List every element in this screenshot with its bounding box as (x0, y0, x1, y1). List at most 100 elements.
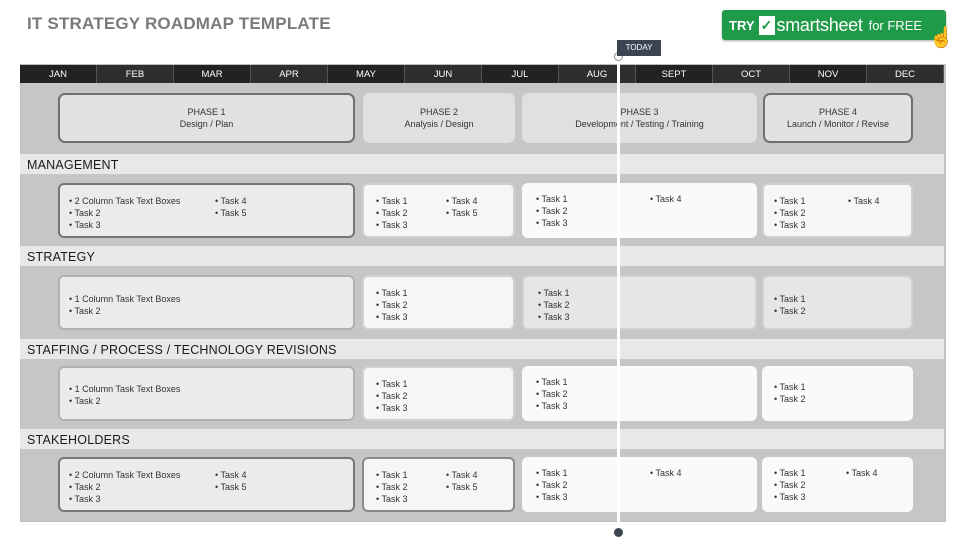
month-apr: APR (251, 65, 328, 83)
task-item: • Task 2 (376, 300, 408, 310)
task-item: • Task 4 (446, 470, 478, 480)
section-label: STAFFING / PROCESS / TECHNOLOGY REVISION… (27, 343, 337, 357)
task-item: • 2 Column Task Text Boxes (69, 196, 181, 206)
phase-1-desc: Design / Plan (179, 119, 234, 129)
month-feb: FEB (97, 65, 174, 83)
month-jun: JUN (405, 65, 482, 83)
task-card[interactable]: • Task 1 • Task 2 • Task 3 (362, 275, 515, 330)
task-item: • Task 4 (848, 196, 880, 206)
task-card[interactable]: • Task 1 • Task 2 • Task 3 • Task 4 (522, 457, 757, 512)
task-item: • Task 3 (536, 401, 568, 411)
phase-3-desc: Development / Testing / Training (575, 119, 704, 129)
task-item: • Task 2 (69, 306, 101, 316)
task-item: • Task 2 (774, 208, 806, 218)
task-column: • 2 Column Task Text Boxes • Task 2 • Ta… (69, 469, 180, 505)
task-column: • Task 1 • Task 2 • Task 3 (538, 287, 570, 323)
task-item: • Task 2 (536, 206, 568, 216)
task-card[interactable]: • Task 1 • Task 2 • Task 3 (522, 275, 757, 330)
task-item: • Task 4 (650, 194, 682, 204)
task-column: • Task 4 (848, 195, 880, 207)
task-item: • Task 3 (69, 220, 101, 230)
task-column: • Task 4 • Task 5 (446, 195, 478, 219)
task-item: • 1 Column Task Text Boxes (69, 294, 181, 304)
section-label: MANAGEMENT (27, 158, 119, 172)
phase-3[interactable]: PHASE 3 Development / Testing / Training (522, 93, 757, 143)
task-card[interactable]: • 2 Column Task Text Boxes • Task 2 • Ta… (58, 183, 355, 238)
task-item: • Task 3 (536, 492, 568, 502)
task-item: • Task 3 (774, 220, 806, 230)
phase-4-name: PHASE 4 (818, 107, 858, 117)
task-item: • Task 4 (446, 196, 478, 206)
today-line[interactable] (617, 56, 620, 532)
task-column: • Task 1 • Task 2 • Task 3 (376, 469, 408, 505)
task-item: • Task 1 (536, 194, 568, 204)
phase-2[interactable]: PHASE 2 Analysis / Design (363, 93, 515, 143)
task-item: • Task 2 (536, 389, 568, 399)
phase-4[interactable]: PHASE 4 Launch / Monitor / Revise (763, 93, 913, 143)
task-item: • Task 2 (774, 306, 806, 316)
try-smartsheet-button[interactable]: TRY ✓ smartsheet for FREE ☝ (722, 10, 954, 49)
task-card[interactable]: • Task 1 • Task 2 • Task 3 (362, 366, 515, 421)
today-label: TODAY (617, 40, 661, 56)
task-column: • Task 4 • Task 5 (215, 195, 247, 219)
task-item: • Task 1 (774, 382, 806, 392)
task-card[interactable]: • Task 1 • Task 2 (762, 366, 913, 421)
task-column: • Task 1 • Task 2 • Task 3 (376, 378, 408, 414)
section-label: STRATEGY (27, 250, 96, 264)
section-staffing: STAFFING / PROCESS / TECHNOLOGY REVISION… (20, 338, 944, 360)
task-column: • Task 1 • Task 2 • Task 3 (774, 195, 806, 231)
page-title: IT STRATEGY ROADMAP TEMPLATE (27, 14, 331, 33)
task-item: • Task 3 (376, 312, 408, 322)
month-aug: AUG (559, 65, 636, 83)
task-column: • Task 1 • Task 2 • Task 3 (376, 195, 408, 231)
phase-1[interactable]: PHASE 1 Design / Plan (58, 93, 355, 143)
task-card[interactable]: • 1 Column Task Text Boxes • Task 2 (58, 275, 355, 330)
task-card[interactable]: • 1 Column Task Text Boxes • Task 2 (58, 366, 355, 421)
task-card[interactable]: • 2 Column Task Text Boxes • Task 2 • Ta… (58, 457, 355, 512)
task-item: • Task 1 (774, 294, 806, 304)
month-jul: JUL (482, 65, 559, 83)
task-card[interactable]: • Task 1 • Task 2 • Task 3 • Task 4 • Ta… (362, 457, 515, 512)
month-oct: OCT (713, 65, 790, 83)
task-card[interactable]: • Task 1 • Task 2 • Task 3 (522, 366, 757, 421)
task-column: • Task 4 • Task 5 (215, 469, 247, 493)
promo-free-label: for FREE (868, 17, 923, 33)
task-card[interactable]: • Task 1 • Task 2 • Task 3 • Task 4 (522, 183, 757, 238)
task-card[interactable]: • Task 1 • Task 2 • Task 3 • Task 4 (762, 457, 913, 512)
task-item: • Task 2 (538, 300, 570, 310)
task-item: • Task 2 (774, 480, 806, 490)
task-item: • Task 3 (774, 492, 806, 502)
checkmark-icon: ✓ (758, 15, 775, 35)
task-column: • Task 4 (650, 193, 682, 205)
task-item: • Task 4 (650, 468, 682, 478)
promo-brand-label: smartsheet (776, 14, 863, 35)
task-card[interactable]: • Task 1 • Task 2 • Task 3 • Task 4 (762, 183, 913, 238)
task-column: • Task 1 • Task 2 • Task 3 (376, 287, 408, 323)
task-item: • Task 1 (536, 468, 568, 478)
task-card[interactable]: • Task 1 • Task 2 (762, 275, 913, 330)
task-item: • Task 1 (376, 379, 408, 389)
task-column: • Task 1 • Task 2 (774, 381, 806, 405)
task-column: • 1 Column Task Text Boxes • Task 2 (69, 383, 180, 407)
task-item: • Task 4 (215, 196, 247, 206)
month-nov: NOV (790, 65, 867, 83)
phase-2-name: PHASE 2 (419, 107, 459, 117)
task-item: • Task 3 (538, 312, 570, 322)
phase-1-name: PHASE 1 (187, 107, 226, 117)
task-item: • Task 2 (69, 396, 101, 406)
task-item: • Task 2 (376, 208, 408, 218)
task-item: • Task 3 (376, 494, 408, 504)
today-marker-end[interactable] (614, 528, 623, 537)
task-column: • Task 1 • Task 2 • Task 3 (536, 376, 568, 412)
phase-4-desc: Launch / Monitor / Revise (786, 119, 890, 129)
task-item: • Task 1 (536, 377, 568, 387)
task-item: • Task 1 (538, 288, 570, 298)
task-item: • Task 1 (774, 468, 806, 478)
task-card[interactable]: • Task 1 • Task 2 • Task 3 • Task 4 • Ta… (362, 183, 515, 238)
month-mar: MAR (174, 65, 251, 83)
phase-2-desc: Analysis / Design (404, 119, 474, 129)
task-column: • Task 1 • Task 2 (774, 293, 806, 317)
month-may: MAY (328, 65, 405, 83)
month-jan: JAN (20, 65, 97, 83)
task-item: • Task 2 (536, 480, 568, 490)
